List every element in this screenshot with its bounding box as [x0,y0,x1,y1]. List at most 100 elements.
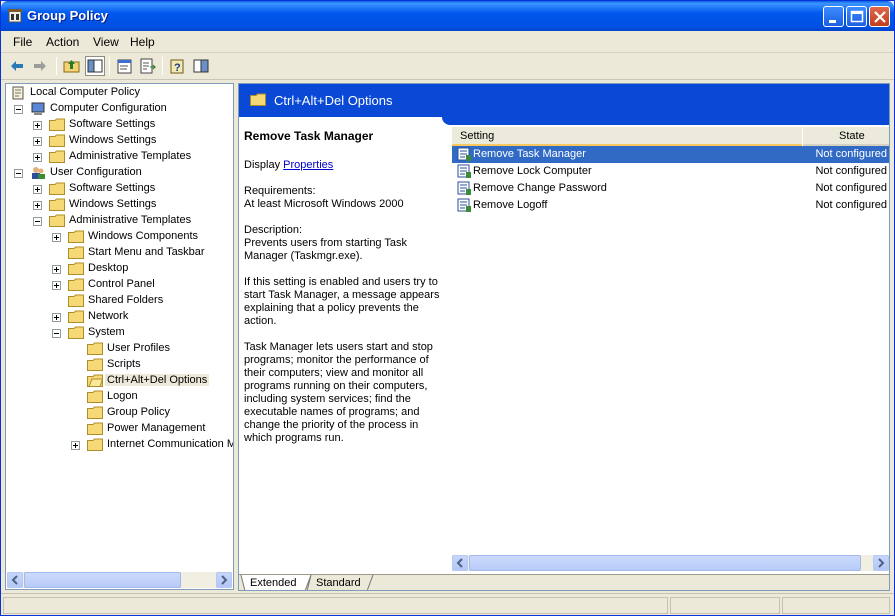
list-item[interactable]: Remove Change Password Not configured [452,180,889,197]
tree-item-group-policy[interactable]: Group Policy [71,405,231,421]
tree-label: Software Settings [69,182,156,194]
tree-item-user-configuration[interactable]: User Configuration [14,165,214,181]
tree-item-ctrl-alt-del-options[interactable]: Ctrl+Alt+Del Options [71,373,231,389]
help-button[interactable]: ? [168,56,188,76]
list-item[interactable]: Remove Lock Computer Not configured [452,163,889,180]
expand-icon[interactable] [33,121,42,130]
tree-item-desktop[interactable]: Desktop [52,261,232,277]
expand-icon[interactable] [33,185,42,194]
tree-item-network[interactable]: Network [52,309,232,325]
tree-item-control-panel[interactable]: Control Panel [52,277,232,293]
show-hide-tree-button[interactable] [85,56,105,76]
folder-icon [68,262,84,275]
tree-item-uc-software-settings[interactable]: Software Settings [33,181,233,197]
expand-icon[interactable] [52,265,61,274]
tree-item-start-menu-taskbar[interactable]: Start Menu and Taskbar [52,245,232,261]
expand-icon[interactable] [33,137,42,146]
tree-label: Desktop [88,262,129,274]
expand-icon[interactable] [33,153,42,162]
folder-icon [87,406,103,419]
tree-item-uc-administrative-templates[interactable]: Administrative Templates [33,213,233,229]
tree-item-cc-administrative-templates[interactable]: Administrative Templates [33,149,233,165]
forward-button[interactable] [30,56,50,76]
menu-help[interactable]: Help [130,35,155,49]
tree-item-internet-communication[interactable]: Internet Communication M [71,437,233,453]
tree-item-uc-windows-settings[interactable]: Windows Settings [33,197,233,213]
column-header-state[interactable]: State [803,127,889,146]
list-item[interactable]: Remove Logoff Not configured [452,197,889,214]
expand-icon[interactable] [52,281,61,290]
details-pane: Ctrl+Alt+Del Options Remove Task Manager… [238,83,890,591]
collapse-icon[interactable] [14,105,23,114]
help-book-icon: ? [170,59,184,74]
title-bar[interactable]: Group Policy [1,1,894,31]
tree-label: Start Menu and Taskbar [88,246,205,258]
properties-link[interactable]: Properties [283,159,333,171]
scroll-thumb[interactable] [24,572,181,588]
tree-horizontal-scrollbar[interactable] [7,572,232,588]
policy-scroll-icon [12,86,24,100]
requirements-label: Requirements: [244,185,316,197]
back-arrow-icon [11,61,23,71]
tree-item-power-management[interactable]: Power Management [71,421,231,437]
folder-icon [49,118,65,131]
up-one-level-button[interactable] [62,56,82,76]
folder-icon [68,246,84,259]
tree-label: Logon [107,390,138,402]
tree-item-computer-configuration[interactable]: Computer Configuration [14,101,214,117]
expand-icon[interactable] [71,441,80,450]
list-horizontal-scrollbar[interactable] [452,555,889,571]
tree-item-scripts[interactable]: Scripts [71,357,231,373]
close-button[interactable] [869,6,890,27]
details-header: Ctrl+Alt+Del Options [239,84,889,117]
export-list-button[interactable] [138,56,158,76]
tree-item-logon[interactable]: Logon [71,389,231,405]
tree-item-shared-folders[interactable]: Shared Folders [52,293,232,309]
chevron-left-icon [11,575,18,585]
minimize-button[interactable] [823,6,844,27]
setting-state: Not configured [815,165,887,177]
menu-bar: File Action View Help [1,31,894,53]
menu-view[interactable]: View [93,35,119,49]
tree-item-windows-components[interactable]: Windows Components [52,229,232,245]
menu-file[interactable]: File [13,35,32,49]
scroll-thumb[interactable] [469,555,861,571]
properties-button[interactable] [115,56,135,76]
scroll-left-button[interactable] [7,572,23,588]
collapse-icon[interactable] [33,217,42,226]
folder-icon [68,230,84,243]
tree-item-cc-windows-settings[interactable]: Windows Settings [33,133,233,149]
folder-icon [87,358,103,371]
tree-label: Administrative Templates [69,214,192,226]
setting-state: Not configured [815,199,887,211]
collapse-icon[interactable] [52,329,61,338]
menu-action[interactable]: Action [46,35,79,49]
tab-extended[interactable]: Extended [250,577,296,590]
tree-item-user-profiles[interactable]: User Profiles [71,341,231,357]
collapse-icon[interactable] [14,169,23,178]
expand-icon[interactable] [33,201,42,210]
folder-icon [87,422,103,435]
show-hide-action-pane-button[interactable] [191,56,211,76]
setting-name: Remove Lock Computer [473,165,592,177]
folder-icon [49,134,65,147]
folder-icon [68,278,84,291]
tree-item-system[interactable]: System [52,325,232,341]
tree-item-local-computer-policy[interactable]: Local Computer Policy [10,85,210,101]
back-button[interactable] [7,56,27,76]
scroll-right-button[interactable] [873,555,889,571]
expand-icon[interactable] [52,313,61,322]
scroll-left-button[interactable] [452,555,468,571]
users-icon [32,167,45,179]
tree-item-cc-software-settings[interactable]: Software Settings [33,117,233,133]
description-text-1: Prevents users from starting Task Manage… [244,237,408,262]
list-item[interactable]: Remove Task Manager Not configured [452,146,889,163]
tree-label: System [88,326,125,338]
maximize-button[interactable] [846,6,867,27]
expand-icon[interactable] [52,233,61,242]
column-header-setting[interactable]: Setting [452,127,802,146]
scroll-right-button[interactable] [216,572,232,588]
tab-standard[interactable]: Standard [316,577,361,590]
status-pane-2 [670,597,780,614]
status-bar [1,593,894,615]
